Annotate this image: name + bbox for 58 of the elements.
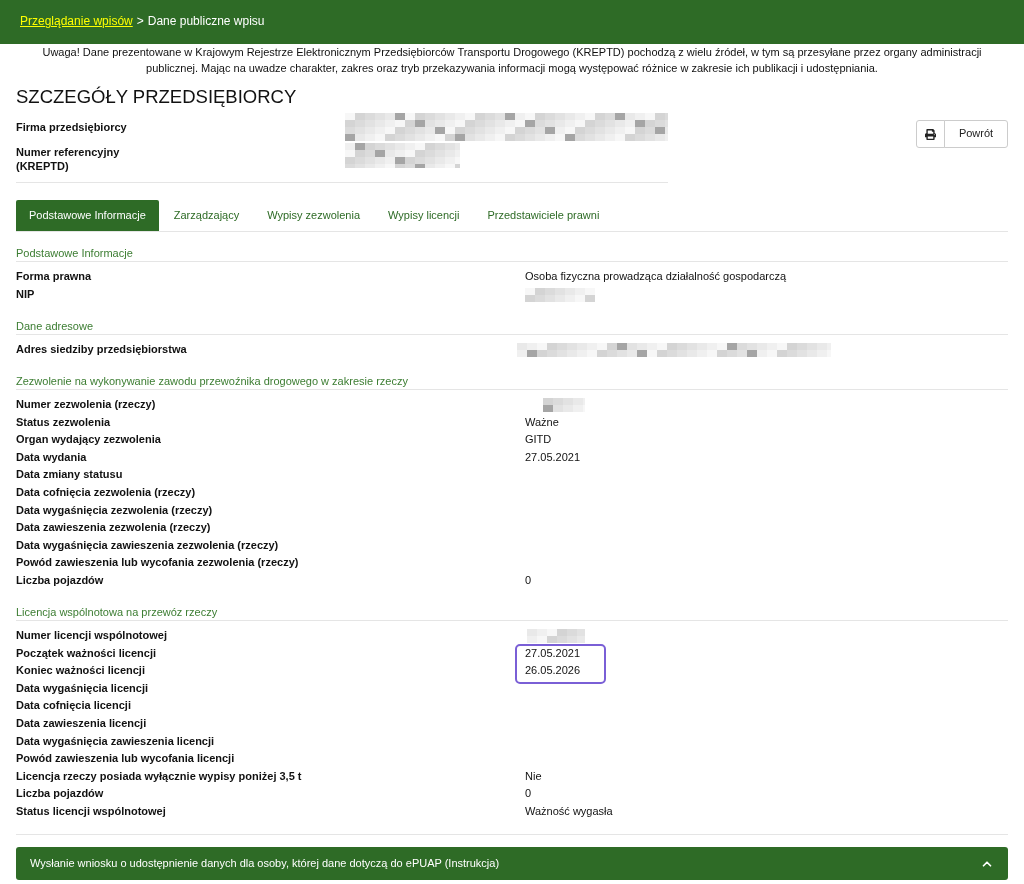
- section-heading: Dane adresowe: [16, 319, 94, 332]
- field-value: Nie: [525, 768, 542, 784]
- field-label: Numer licencji wspólnotowej: [16, 627, 167, 643]
- field-label: Adres siedziby przedsiębiorstwa: [16, 341, 187, 357]
- tab[interactable]: Podstawowe Informacje: [16, 200, 159, 231]
- tab[interactable]: Wypisy licencji: [375, 200, 473, 231]
- field-value: 27.05.2021: [525, 449, 581, 465]
- field-label: Data wygaśnięcia licencji: [16, 680, 149, 696]
- field-value: 26.05.2026: [525, 663, 581, 679]
- section-heading: Podstawowe Informacje: [16, 247, 133, 259]
- breadcrumb-link[interactable]: Przeglądanie wpisów: [20, 13, 133, 31]
- field-label: Data cofnięcia zezwolenia (rzeczy): [16, 484, 196, 500]
- tab[interactable]: Wypisy zezwolenia: [254, 200, 374, 231]
- accordion-header[interactable]: Wysłanie wniosku o udostępnienie danych dla osoby, której dane dotyczą do ePUAP (Instrukcja): [16, 847, 1008, 881]
- field-label: Data zawieszenia licencji: [16, 715, 147, 731]
- field-label: Data wydania: [16, 449, 87, 465]
- back-button[interactable]: Powrót: [944, 120, 1008, 148]
- field-label: Data cofnięcia licencji: [16, 698, 131, 714]
- pixelated-blur-drawing: [525, 287, 595, 302]
- field-value: 27.05.2021: [525, 645, 581, 661]
- field-value: 0: [525, 572, 532, 588]
- tab[interactable]: Zarządzający: [160, 200, 253, 231]
- breadcrumb-current: Dane publiczne wpisu: [147, 13, 265, 31]
- detail-label: Numer referencyjny (KREPTD): [16, 145, 121, 173]
- field-label: Liczba pojazdów: [16, 786, 104, 802]
- field-label: Organ wydający zezwolenia: [16, 432, 161, 448]
- field-label: Data zmiany statusu: [16, 467, 123, 483]
- breadcrumb-separator: >: [136, 13, 144, 31]
- field-value: Ważność wygasła: [525, 803, 613, 819]
- field-label: Koniec ważności licencji: [16, 663, 145, 679]
- pixelated-blur-drawing: [543, 397, 585, 412]
- field-value: GITD: [525, 432, 552, 448]
- field-label: Data wygaśnięcia zawieszenia zezwolenia (rzeczy): [16, 537, 279, 553]
- field-label: NIP: [16, 286, 35, 302]
- field-value: 0: [525, 786, 532, 802]
- field-label: Status licencji wspólnotowej: [16, 803, 166, 819]
- field-label: Liczba pojazdów: [16, 572, 104, 588]
- detail-label: Firma przedsiębiorcy: [16, 120, 128, 134]
- tab[interactable]: Przedstawiciele prawni: [474, 200, 613, 231]
- page-title: SZCZEGÓŁY PRZEDSIĘBIORCY: [16, 86, 298, 108]
- printer-icon: [925, 128, 936, 140]
- pixelated-blur-drawing: [527, 628, 585, 643]
- field-label: Data zawieszenia zezwolenia (rzeczy): [16, 520, 211, 536]
- field-label: Początek ważności licencji: [16, 645, 156, 661]
- section-heading: Zezwolenie na wykonywanie zawodu przewoźnika drogowego w zakresie rzeczy: [16, 374, 408, 387]
- notice-text: Uwaga! Dane prezentowane w Krajowym Rejestrze Elektronicznym Przedsiębiorców Transportu Drogowego (KREPTD) pochodzą z wielu źródeł, w tym są przesyłane przez organy administracji publicznej. Mając na uwadze charakter, zakres oraz tryb przekazywania informacji mogą występować różnice w zakresie ich publikacji i udostępniania.: [41, 45, 983, 76]
- print-button[interactable]: [916, 120, 945, 148]
- field-label: Status zezwolenia: [16, 414, 111, 430]
- field-label: Forma prawna: [16, 269, 92, 284]
- field-label: Powód zawieszenia lub wycofania licencji: [16, 751, 235, 767]
- field-label: Data wygaśnięcia zezwolenia (rzeczy): [16, 502, 213, 518]
- field-value: Osoba fizyczna prowadząca działalność gospodarczą: [525, 269, 787, 284]
- field-label: Numer zezwolenia (rzeczy): [16, 396, 156, 412]
- section-heading: Licencja wspólnotowa na przewóz rzeczy: [16, 605, 218, 618]
- field-label: Data wygaśnięcia zawieszenia licencji: [16, 733, 215, 749]
- field-value: Ważne: [525, 414, 559, 430]
- field-label: Licencja rzeczy posiada wyłącznie wypisy poniżej 3,5 t: [16, 768, 302, 784]
- field-label: Powód zawieszenia lub wycofania zezwolenia (rzeczy): [16, 555, 299, 571]
